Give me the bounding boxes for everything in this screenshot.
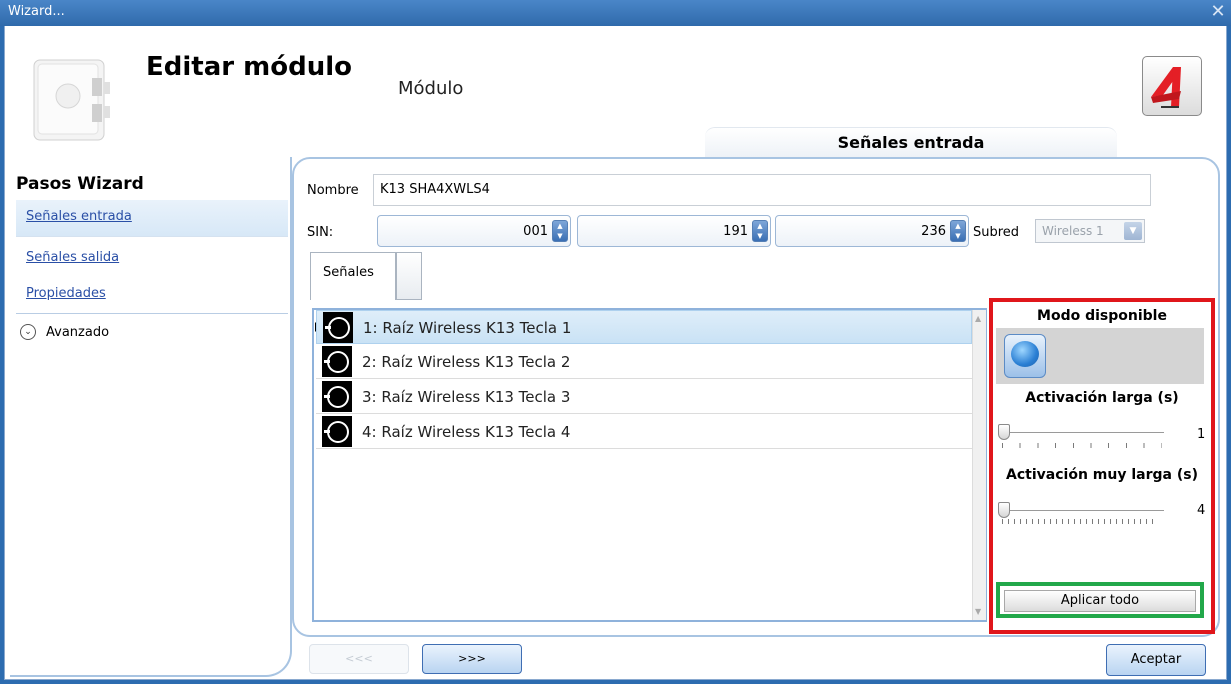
advanced-label: Avanzado <box>46 325 110 340</box>
page-subtitle: Módulo <box>398 78 464 99</box>
title-bar: Wizard... ✕ <box>0 0 1231 26</box>
signal-row[interactable]: 4: Raíz Wireless K13 Tecla 4 <box>316 415 972 449</box>
subnet-label: Subred <box>973 225 1020 240</box>
long-activation-label: Activación larga (s) <box>1025 390 1179 406</box>
signal-row[interactable]: 2: Raíz Wireless K13 Tecla 2 <box>316 345 972 379</box>
tab-signals-label: Señales <box>323 265 374 280</box>
sin-field-2[interactable]: 191 ▲ ▼ <box>577 215 771 247</box>
pushbutton-signal-icon <box>322 346 352 377</box>
next-button[interactable]: >>> <box>422 644 522 674</box>
wizard-steps-title: Pasos Wizard <box>16 174 144 194</box>
divider <box>16 313 288 314</box>
app-logo-icon <box>1142 56 1202 116</box>
very-long-activation-value: 4 <box>1197 503 1206 518</box>
sin-field-3[interactable]: 236 ▲ ▼ <box>775 215 969 247</box>
step-signals-input-link[interactable]: Señales entrada <box>26 209 132 224</box>
pushbutton-mode-icon[interactable] <box>1004 334 1046 378</box>
sin-field-1[interactable]: 001 ▲ ▼ <box>377 215 571 247</box>
accept-button[interactable]: Aceptar <box>1106 644 1206 676</box>
step-signals-output[interactable]: Señales salida <box>16 241 288 277</box>
subnet-value: Wireless 1 <box>1042 224 1104 238</box>
window-title: Wizard... <box>8 4 65 19</box>
step-properties[interactable]: Propiedades <box>16 277 288 313</box>
long-activation-value: 1 <box>1197 427 1206 442</box>
sin-label: SIN: <box>307 225 334 240</box>
signal-row[interactable]: 3: Raíz Wireless K13 Tecla 3 <box>316 380 972 414</box>
device-image-icon <box>32 56 116 148</box>
pushbutton-signal-icon <box>322 381 352 412</box>
list-scrollbar[interactable]: ▲ ▼ <box>972 310 986 620</box>
signal-row[interactable]: 1: Raíz Wireless K13 Tecla 1 <box>316 310 972 344</box>
signal-label: 4: Raíz Wireless K13 Tecla 4 <box>362 423 571 441</box>
chevron-down-icon[interactable]: ⌄ <box>20 324 36 340</box>
slider-ticks <box>1002 519 1158 524</box>
back-button[interactable]: <<< <box>309 644 409 674</box>
spinner-icon[interactable]: ▲ ▼ <box>752 220 768 242</box>
very-long-activation-slider-thumb[interactable] <box>998 502 1010 518</box>
apply-all-button[interactable]: Aplicar todo <box>1004 590 1196 612</box>
spinner-icon[interactable]: ▲ ▼ <box>552 220 568 242</box>
sin-value-2: 191 <box>723 224 748 239</box>
sin-value-1: 001 <box>523 224 548 239</box>
pushbutton-signal-icon <box>323 312 353 343</box>
close-icon[interactable]: ✕ <box>1207 1 1229 23</box>
mode-icon-area <box>996 328 1204 384</box>
long-activation-slider-thumb[interactable] <box>998 424 1010 440</box>
mode-panel-title: Modo disponible <box>1037 308 1167 324</box>
spinner-icon[interactable]: ▲ ▼ <box>950 220 966 242</box>
step-signals-output-link[interactable]: Señales salida <box>26 250 119 265</box>
sin-value-3: 236 <box>921 224 946 239</box>
signal-label: 2: Raíz Wireless K13 Tecla 2 <box>362 353 571 371</box>
section-tab-label: Señales entrada <box>837 133 985 152</box>
tab-empty[interactable] <box>396 252 422 300</box>
section-tab: Señales entrada <box>705 127 1117 157</box>
long-activation-slider[interactable] <box>1000 432 1164 433</box>
scroll-up-icon[interactable]: ▲ <box>975 314 981 323</box>
name-input[interactable]: K13 SHA4XWLS4 <box>373 174 1151 206</box>
name-label: Nombre <box>307 183 359 198</box>
signal-label: 3: Raíz Wireless K13 Tecla 3 <box>362 388 571 406</box>
subnet-select[interactable]: Wireless 1 ▼ <box>1035 219 1145 243</box>
signal-label: 1: Raíz Wireless K13 Tecla 1 <box>363 319 572 337</box>
scroll-down-icon[interactable]: ▼ <box>975 607 981 616</box>
step-signals-input[interactable]: Señales entrada <box>16 200 288 236</box>
slider-ticks <box>1002 443 1162 448</box>
divider <box>16 236 288 237</box>
advanced-toggle[interactable]: ⌄ Avanzado <box>18 322 218 344</box>
very-long-activation-label: Activación muy larga (s) <box>1006 467 1198 483</box>
step-properties-link[interactable]: Propiedades <box>26 286 106 301</box>
dropdown-arrow-icon[interactable]: ▼ <box>1124 222 1142 240</box>
tab-signals[interactable]: Señales <box>310 252 396 300</box>
page-title: Editar módulo <box>146 52 352 82</box>
pushbutton-signal-icon <box>322 416 352 447</box>
very-long-activation-slider[interactable] <box>1000 510 1164 511</box>
